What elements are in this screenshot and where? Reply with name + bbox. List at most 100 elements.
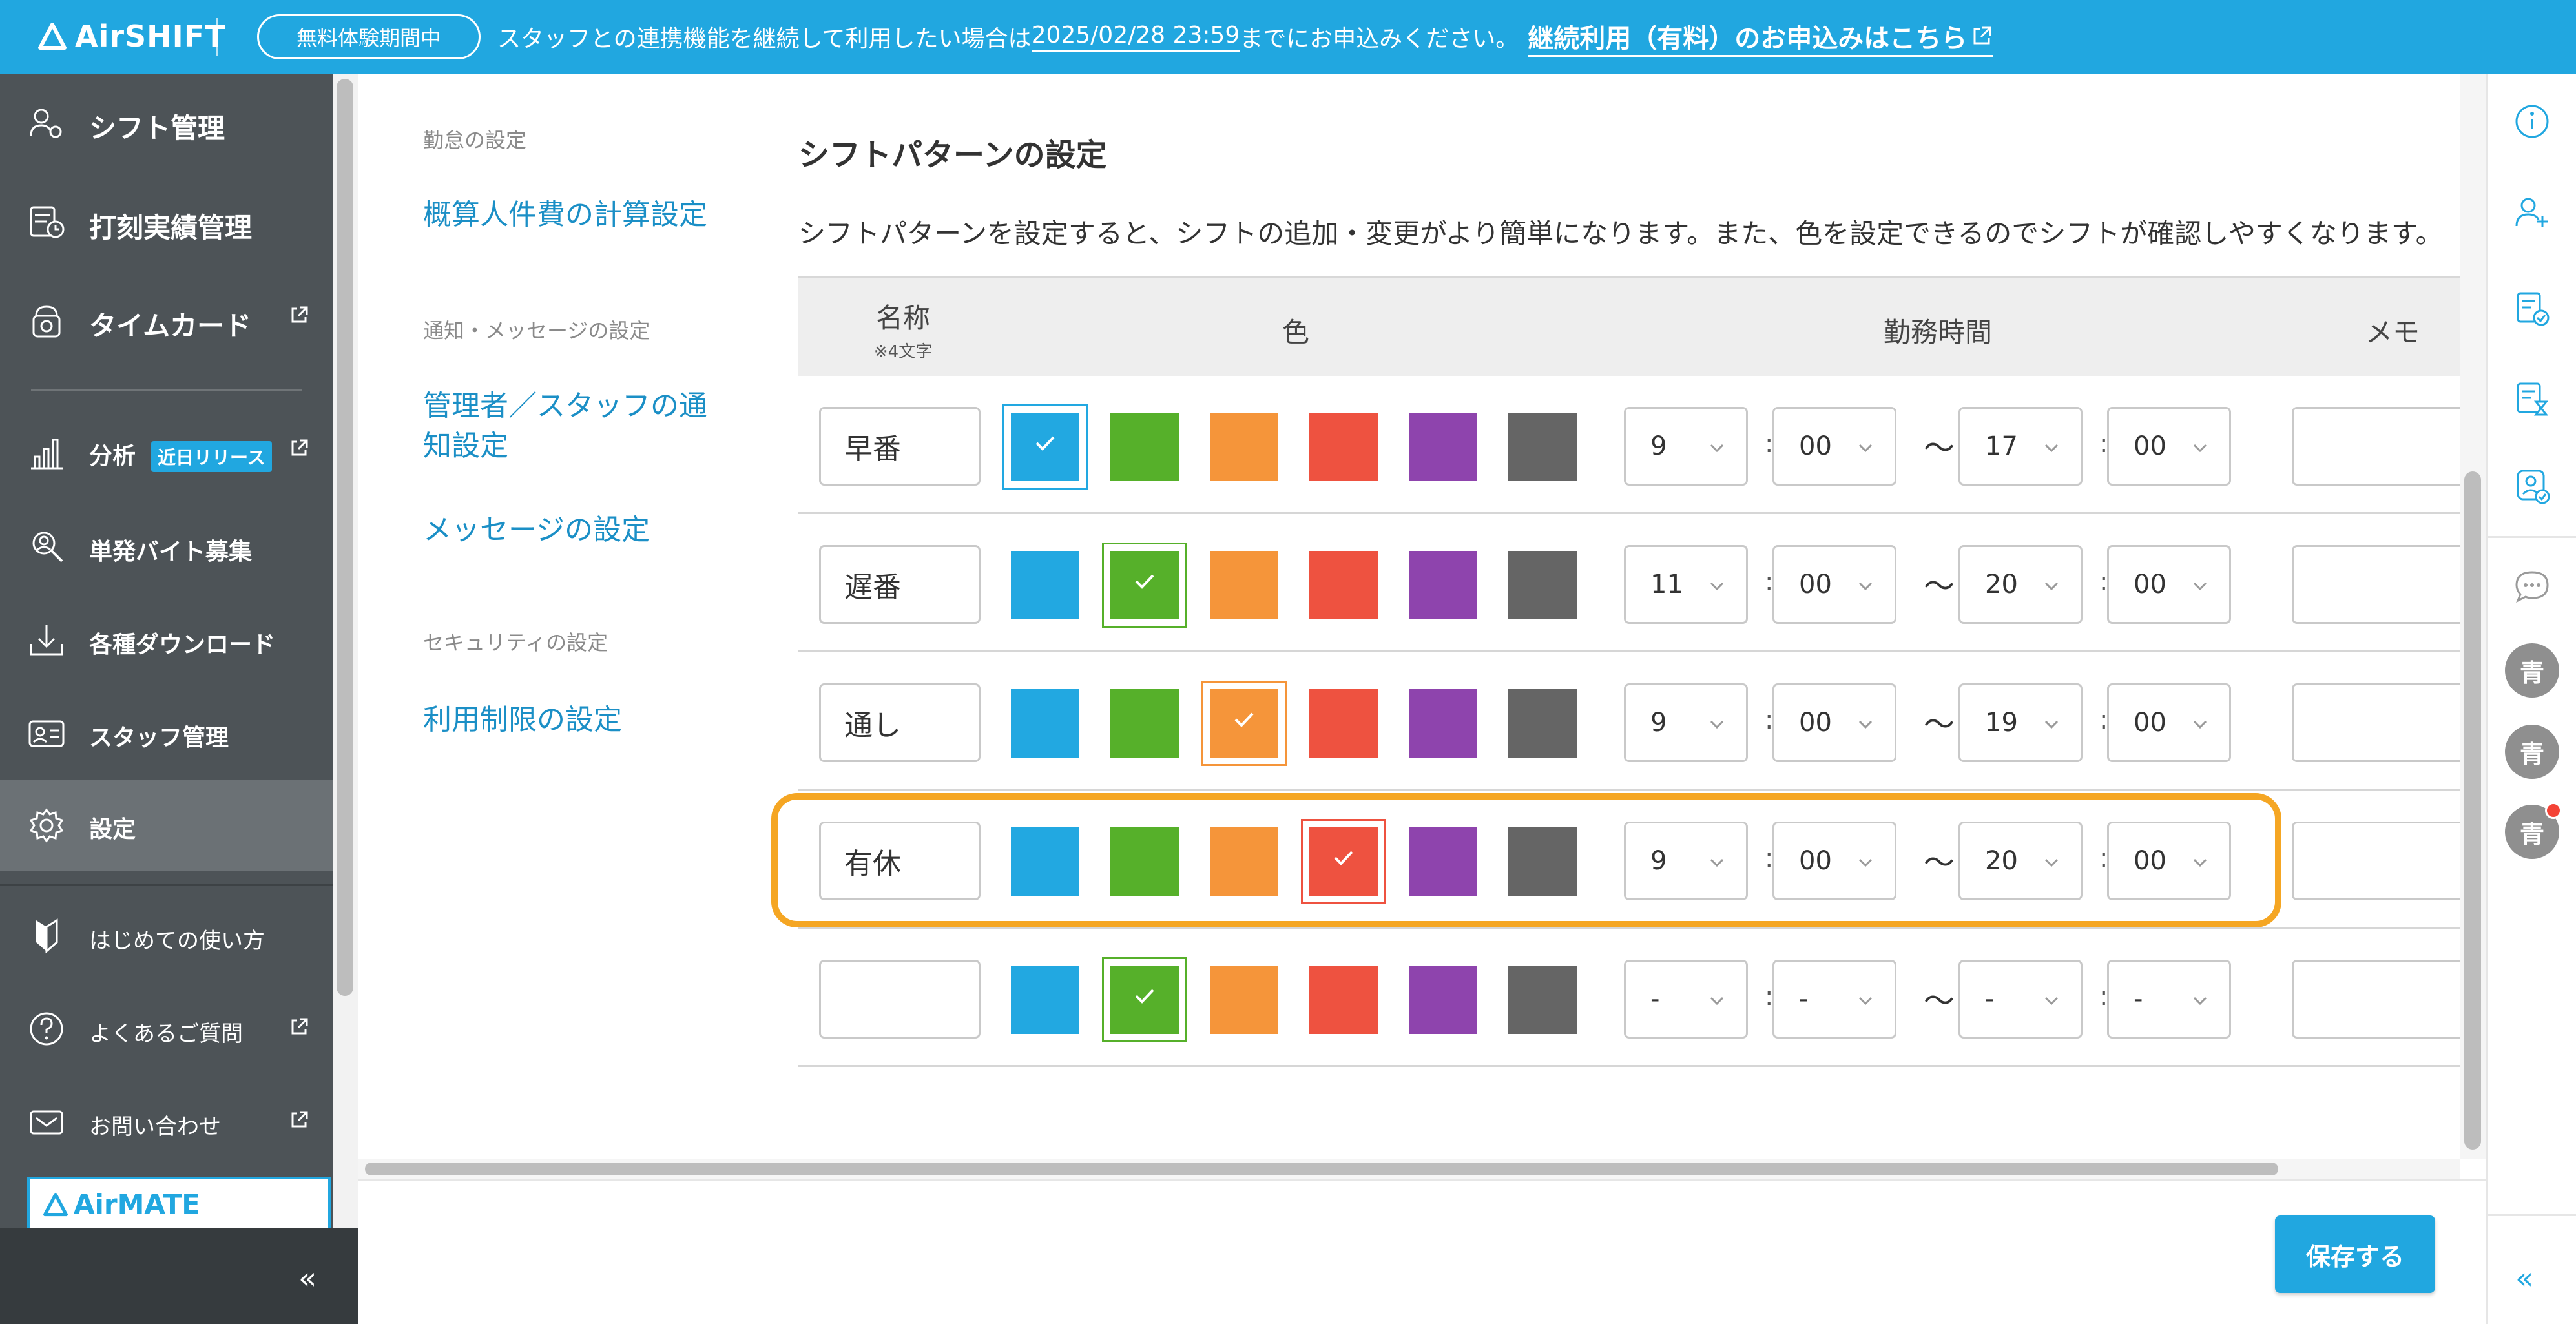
time-select[interactable]: - xyxy=(2107,960,2231,1039)
color-option[interactable] xyxy=(1500,681,1585,766)
sidebar-item-analysis[interactable]: 分析 近日リリース xyxy=(0,405,333,501)
time-select[interactable]: 17 xyxy=(1958,407,2083,486)
airshift-logo-icon xyxy=(38,23,67,50)
airshift-logo[interactable]: AirSHIFT xyxy=(37,17,226,56)
hourglass-doc-icon[interactable] xyxy=(2514,381,2550,417)
time-select[interactable]: 11 xyxy=(1624,545,1748,624)
color-option[interactable] xyxy=(1500,957,1585,1042)
continue-subscription-link[interactable]: 継続利用（有料）のお申込みはこちら xyxy=(1528,17,1993,57)
chat-bubble-icon[interactable] xyxy=(2514,568,2550,605)
sidebar-item-label: 打刻実績管理 xyxy=(89,212,253,243)
time-select[interactable]: 00 xyxy=(2107,545,2231,624)
color-option[interactable] xyxy=(1400,681,1486,766)
color-swatch xyxy=(1110,689,1179,758)
color-option[interactable] xyxy=(1400,543,1486,628)
time-select-value: 00 xyxy=(2134,708,2166,738)
time-select[interactable]: 9 xyxy=(1624,683,1748,762)
time-select[interactable]: 00 xyxy=(1772,407,1896,486)
pattern-name-input[interactable]: 通し xyxy=(819,683,981,762)
color-option[interactable] xyxy=(1500,543,1585,628)
color-option[interactable] xyxy=(1301,957,1386,1042)
color-option[interactable] xyxy=(1301,543,1386,628)
color-option[interactable] xyxy=(1201,957,1287,1042)
color-option[interactable] xyxy=(1400,404,1486,490)
color-option[interactable] xyxy=(1102,404,1187,490)
color-swatch xyxy=(1011,966,1079,1034)
column-name-label: 名称 xyxy=(875,302,930,334)
time-select[interactable]: 00 xyxy=(1772,545,1896,624)
sidebar-item-faq[interactable]: よくあるご質問 xyxy=(0,982,333,1075)
color-option[interactable] xyxy=(1500,404,1585,490)
color-option[interactable] xyxy=(1002,404,1088,490)
time-colon: : xyxy=(1765,705,1774,735)
memo-input[interactable] xyxy=(2292,407,2466,486)
color-option[interactable] xyxy=(1002,543,1088,628)
color-option[interactable] xyxy=(1201,681,1287,766)
avatar[interactable]: 青 xyxy=(2505,725,2559,779)
time-select[interactable]: 00 xyxy=(2107,683,2231,762)
sidebar-item-downloads[interactable]: 各種ダウンロード xyxy=(0,594,333,687)
time-select[interactable]: - xyxy=(1772,960,1896,1039)
shift-check-icon[interactable] xyxy=(2514,291,2550,327)
pattern-name-input[interactable]: 早番 xyxy=(819,407,981,486)
color-option[interactable] xyxy=(1102,957,1187,1042)
memo-input[interactable] xyxy=(2292,822,2466,900)
color-option[interactable] xyxy=(1301,404,1386,490)
chevron-down-icon xyxy=(1858,582,1873,591)
person-check-icon[interactable] xyxy=(2514,468,2550,504)
info-icon[interactable] xyxy=(2514,103,2550,140)
time-select[interactable]: 00 xyxy=(1772,683,1896,762)
main-horizontal-scrollbar-thumb[interactable] xyxy=(365,1163,2278,1175)
sidebar-scrollbar-thumb[interactable] xyxy=(337,79,353,996)
stamp-record-icon xyxy=(30,206,65,238)
subnav-link-message-settings[interactable]: メッセージの設定 xyxy=(423,510,650,550)
chevron-down-icon xyxy=(2193,720,2207,729)
avatar[interactable]: 青 xyxy=(2505,643,2559,698)
sidebar-item-getting-started[interactable]: はじめての使い方 xyxy=(0,889,333,982)
subnav-link-labor-cost[interactable]: 概算人件費の計算設定 xyxy=(423,195,707,235)
time-select[interactable]: - xyxy=(1958,960,2083,1039)
memo-input[interactable] xyxy=(2292,960,2466,1039)
sidebar-item-settings[interactable]: 設定 xyxy=(0,780,333,871)
time-select[interactable]: - xyxy=(1624,960,1748,1039)
sidebar-item-label: お問い合わせ xyxy=(89,1114,221,1140)
pattern-name-input[interactable]: 遅番 xyxy=(819,545,981,624)
subnav-link-usage-restriction[interactable]: 利用制限の設定 xyxy=(423,700,622,740)
time-select[interactable]: 9 xyxy=(1624,407,1748,486)
color-option[interactable] xyxy=(1201,543,1287,628)
color-option[interactable] xyxy=(1400,957,1486,1042)
sidebar-divider xyxy=(0,884,333,886)
sidebar-item-shift[interactable]: シフト管理 xyxy=(0,74,333,171)
sidebar-item-contact[interactable]: お問い合わせ xyxy=(0,1075,333,1168)
main-vertical-scrollbar-thumb[interactable] xyxy=(2464,471,2481,1150)
memo-input[interactable] xyxy=(2292,545,2466,624)
sidebar-item-stamp-record[interactable]: 打刻実績管理 xyxy=(0,171,333,272)
chevron-down-icon xyxy=(2044,444,2059,453)
color-option[interactable] xyxy=(1201,404,1287,490)
collapse-sidebar-button[interactable]: « xyxy=(298,1261,317,1296)
pattern-name-input[interactable] xyxy=(819,960,981,1039)
color-option[interactable] xyxy=(1301,681,1386,766)
table-row: 通し 9 00 19 00:: 〜 xyxy=(798,652,2466,791)
airmate-promo-banner[interactable]: AirMATE xyxy=(27,1177,331,1228)
collapse-right-rail-button[interactable]: « xyxy=(2515,1261,2533,1296)
sidebar-item-staff[interactable]: スタッフ管理 xyxy=(0,687,333,780)
external-link-icon xyxy=(291,1111,308,1128)
color-option[interactable] xyxy=(1002,681,1088,766)
sidebar-item-part-time-recruit[interactable]: 単発バイト募集 xyxy=(0,501,333,594)
save-button[interactable]: 保存する xyxy=(2275,1215,2435,1293)
color-option[interactable] xyxy=(1102,681,1187,766)
time-select-value: - xyxy=(2134,984,2143,1014)
subnav-link-notification-settings[interactable]: 管理者／スタッフの通知設定 xyxy=(423,386,727,466)
color-option[interactable] xyxy=(1102,543,1187,628)
mail-icon xyxy=(30,1110,63,1135)
memo-input[interactable] xyxy=(2292,683,2466,762)
time-select[interactable]: 00 xyxy=(2107,407,2231,486)
color-option[interactable] xyxy=(1002,957,1088,1042)
sidebar-item-timecard[interactable]: タイムカード xyxy=(0,272,333,370)
table-row: 早番 9 00 17 00:: 〜 xyxy=(798,376,2466,514)
time-select[interactable]: 20 xyxy=(1958,545,2083,624)
add-person-icon[interactable] xyxy=(2514,194,2550,230)
sidebar-item-label: よくあるご質問 xyxy=(89,1021,243,1047)
time-select[interactable]: 19 xyxy=(1958,683,2083,762)
